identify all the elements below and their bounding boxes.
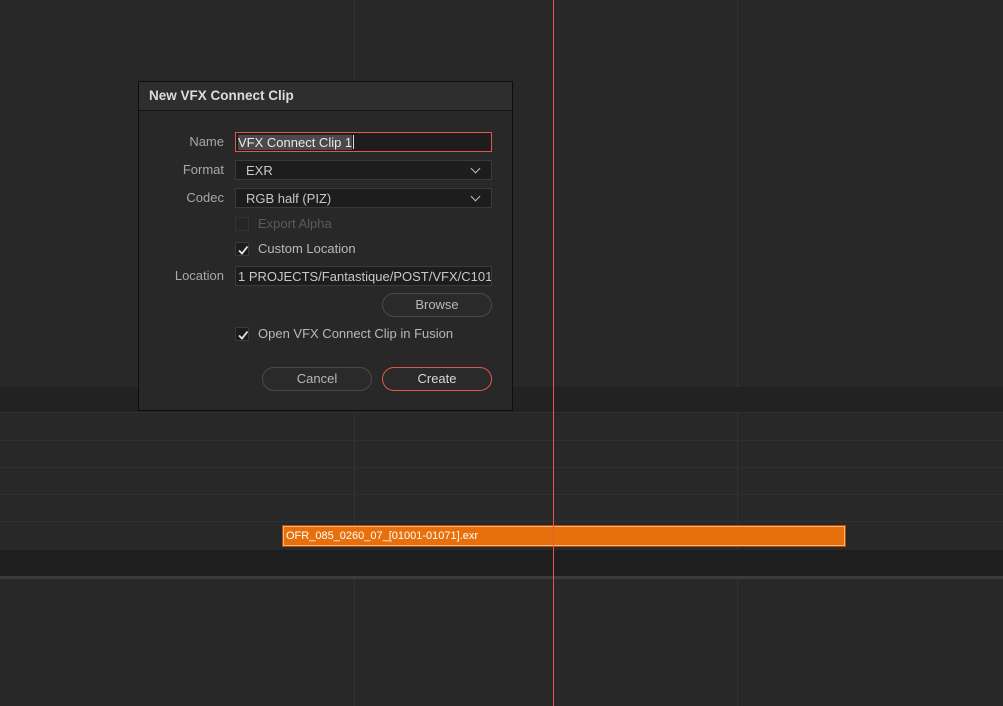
name-input-value: VFX Connect Clip 1 bbox=[238, 135, 353, 150]
location-label: Location bbox=[174, 268, 224, 283]
clip-name: OFR_085_0260_07_[01001-01071].exr bbox=[286, 530, 479, 542]
location-input[interactable]: 1 PROJECTS/Fantastique/POST/VFX/C1019 bbox=[235, 266, 492, 286]
cancel-button[interactable]: Cancel bbox=[262, 367, 372, 391]
track-separator bbox=[0, 521, 1003, 522]
format-value: EXR bbox=[246, 163, 273, 178]
checkmark-icon bbox=[238, 245, 249, 255]
codec-label: Codec bbox=[186, 190, 224, 205]
codec-value: RGB half (PIZ) bbox=[246, 191, 332, 206]
track-separator bbox=[0, 467, 1003, 468]
format-label: Format bbox=[182, 162, 224, 177]
text-caret bbox=[353, 135, 355, 149]
custom-location-checkbox[interactable] bbox=[235, 242, 249, 256]
name-input[interactable]: VFX Connect Clip 1 bbox=[235, 132, 492, 152]
create-button[interactable]: Create bbox=[382, 367, 492, 391]
timeline-divider[interactable] bbox=[0, 576, 1003, 579]
open-in-fusion-label: Open VFX Connect Clip in Fusion bbox=[258, 326, 454, 341]
format-dropdown[interactable]: EXR bbox=[235, 160, 492, 180]
new-vfx-connect-clip-dialog: New VFX Connect Clip Name VFX Connect Cl… bbox=[138, 81, 513, 411]
track-separator bbox=[0, 412, 1003, 413]
codec-dropdown[interactable]: RGB half (PIZ) bbox=[235, 188, 492, 208]
location-value: 1 PROJECTS/Fantastique/POST/VFX/C1019 bbox=[238, 269, 492, 284]
track-separator bbox=[0, 494, 1003, 495]
checkmark-icon bbox=[238, 330, 249, 340]
chevron-down-icon bbox=[470, 191, 481, 202]
custom-location-label: Custom Location bbox=[258, 241, 356, 256]
playhead[interactable] bbox=[553, 0, 554, 706]
open-in-fusion-checkbox[interactable] bbox=[235, 327, 249, 341]
chevron-down-icon bbox=[470, 163, 481, 174]
dialog-title: New VFX Connect Clip bbox=[149, 88, 294, 103]
name-label: Name bbox=[189, 134, 224, 149]
export-alpha-checkbox[interactable] bbox=[235, 217, 249, 231]
timeline-track-gap-band bbox=[0, 550, 1003, 576]
track-separator bbox=[0, 440, 1003, 441]
browse-button[interactable]: Browse bbox=[382, 293, 492, 317]
timeline-clip[interactable]: OFR_085_0260_07_[01001-01071].exr bbox=[282, 525, 846, 547]
timeline-grid-line bbox=[737, 0, 738, 706]
dialog-title-bar[interactable]: New VFX Connect Clip bbox=[139, 82, 512, 111]
export-alpha-label: Export Alpha bbox=[258, 216, 332, 231]
